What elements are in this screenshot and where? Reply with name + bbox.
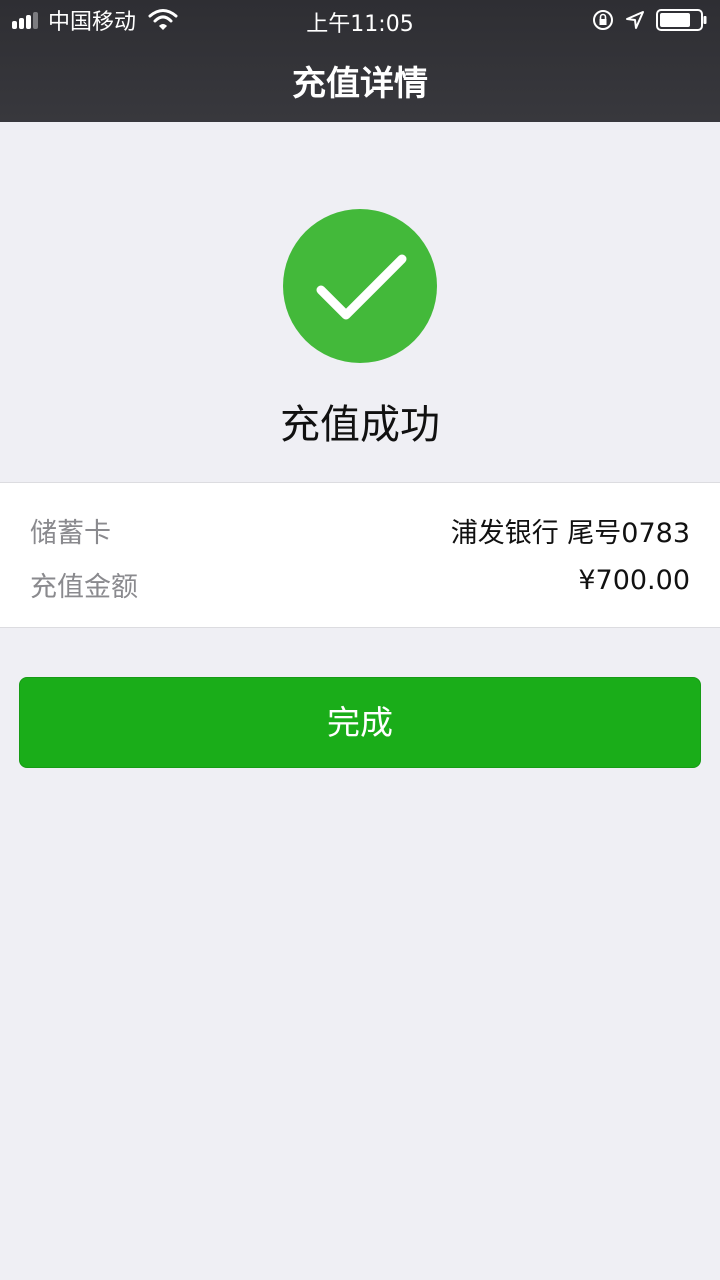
done-button[interactable]: 完成: [19, 677, 701, 768]
details-card: 储蓄卡 浦发银行 尾号0783 充值金额 ¥700.00: [0, 482, 720, 628]
status-bar: 中国移动 上午11:05: [0, 0, 720, 40]
amount-label: 充值金额: [30, 572, 138, 603]
page-title: 充值详情: [292, 64, 428, 104]
card-label: 储蓄卡: [30, 518, 111, 549]
card-row: 储蓄卡 浦发银行 尾号0783: [30, 511, 690, 551]
check-circle-icon: [283, 209, 437, 363]
result-text: 充值成功: [280, 402, 440, 448]
battery-icon: [656, 9, 707, 31]
amount-value: ¥700.00: [578, 565, 690, 596]
rotation-lock-icon: [593, 10, 613, 30]
card-value: 浦发银行 尾号0783: [450, 518, 690, 549]
amount-row: 充值金额 ¥700.00: [30, 565, 690, 605]
location-arrow-icon: [626, 11, 644, 29]
header: 中国移动 上午11:05 充值详情: [0, 0, 720, 122]
status-right: [582, 8, 708, 32]
result-section: 充值成功: [0, 122, 720, 482]
